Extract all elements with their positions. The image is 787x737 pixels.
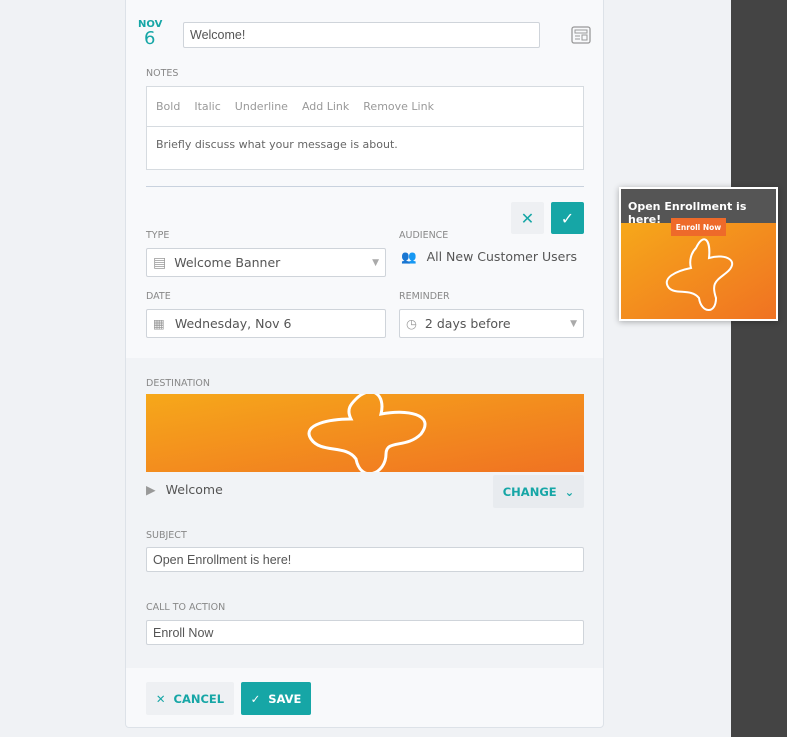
close-icon: ✕ bbox=[520, 208, 535, 228]
notes-textarea[interactable]: Briefly discuss what your message is abo… bbox=[147, 127, 583, 162]
destination-row: ▶ Welcome bbox=[146, 482, 223, 497]
confirm-button[interactable]: ✓ bbox=[551, 202, 584, 234]
title-input[interactable] bbox=[183, 22, 540, 48]
clock-icon: ◷ bbox=[406, 316, 417, 331]
cancel-label: CANCEL bbox=[173, 691, 225, 706]
discard-button[interactable]: ✕ bbox=[511, 202, 544, 234]
destination-name: Welcome bbox=[165, 482, 223, 497]
cta-input[interactable] bbox=[146, 620, 584, 645]
cta-label: CALL TO ACTION bbox=[146, 602, 226, 613]
audience-label: AUDIENCE bbox=[399, 230, 449, 241]
audience-value: All New Customer Users bbox=[426, 249, 577, 264]
bold-button[interactable]: Bold bbox=[156, 100, 180, 113]
close-icon: ✕ bbox=[155, 691, 166, 706]
change-label: CHANGE bbox=[502, 484, 557, 499]
subject-label: SUBJECT bbox=[146, 530, 187, 541]
reminder-select[interactable]: ◷ 2 days before ▼ bbox=[399, 309, 584, 338]
chevron-down-icon: ▼ bbox=[570, 318, 577, 329]
type-label: TYPE bbox=[146, 230, 170, 241]
check-icon: ✓ bbox=[250, 691, 261, 706]
destination-section: DESTINATION ▶ Welcome CHANGE ⌄ SUBJECT CA… bbox=[126, 358, 603, 668]
chevron-down-icon: ▼ bbox=[372, 257, 379, 268]
preview-banner-image bbox=[621, 223, 776, 319]
notes-label: NOTES bbox=[146, 68, 179, 79]
date-value: Wednesday, Nov 6 bbox=[174, 316, 292, 331]
side-panel bbox=[731, 0, 787, 737]
add-link-button[interactable]: Add Link bbox=[302, 100, 349, 113]
notes-editor: Bold Italic Underline Add Link Remove Li… bbox=[146, 86, 584, 170]
save-label: SAVE bbox=[268, 691, 302, 706]
type-value: Welcome Banner bbox=[174, 255, 281, 270]
date-day: 6 bbox=[144, 28, 156, 49]
banner-icon: ▤ bbox=[153, 254, 167, 271]
cancel-button[interactable]: ✕ CANCEL bbox=[146, 682, 234, 715]
notes-toolbar: Bold Italic Underline Add Link Remove Li… bbox=[147, 87, 583, 127]
destination-label: DESTINATION bbox=[146, 378, 211, 389]
italic-button[interactable]: Italic bbox=[194, 100, 220, 113]
remove-link-button[interactable]: Remove Link bbox=[363, 100, 434, 113]
save-button[interactable]: ✓ SAVE bbox=[241, 682, 311, 715]
destination-banner-image bbox=[146, 394, 584, 472]
banner-preview-popover: Open Enrollment is here! Enroll Now bbox=[619, 187, 778, 321]
date-label: DATE bbox=[146, 291, 171, 302]
chevron-down-icon: ⌄ bbox=[564, 484, 575, 499]
banner-type-icon[interactable] bbox=[571, 26, 591, 44]
check-icon: ✓ bbox=[560, 208, 575, 228]
video-icon: ▶ bbox=[146, 482, 156, 497]
divider bbox=[146, 186, 584, 187]
calendar-icon: ▦ bbox=[153, 316, 165, 331]
underline-button[interactable]: Underline bbox=[235, 100, 288, 113]
audience-value-row: 👥 All New Customer Users bbox=[401, 249, 577, 265]
type-select[interactable]: ▤ Welcome Banner ▼ bbox=[146, 248, 386, 277]
preview-cta-button: Enroll Now bbox=[671, 218, 726, 236]
reminder-value: 2 days before bbox=[424, 316, 511, 331]
reminder-label: REMINDER bbox=[399, 291, 450, 302]
date-input[interactable]: ▦ Wednesday, Nov 6 bbox=[146, 309, 386, 338]
message-editor-card: NOV 6 NOTES Bold Italic Underline Add Li… bbox=[125, 0, 604, 728]
change-destination-button[interactable]: CHANGE ⌄ bbox=[493, 475, 584, 508]
subject-input[interactable] bbox=[146, 547, 584, 572]
users-icon: 👥 bbox=[401, 249, 417, 264]
